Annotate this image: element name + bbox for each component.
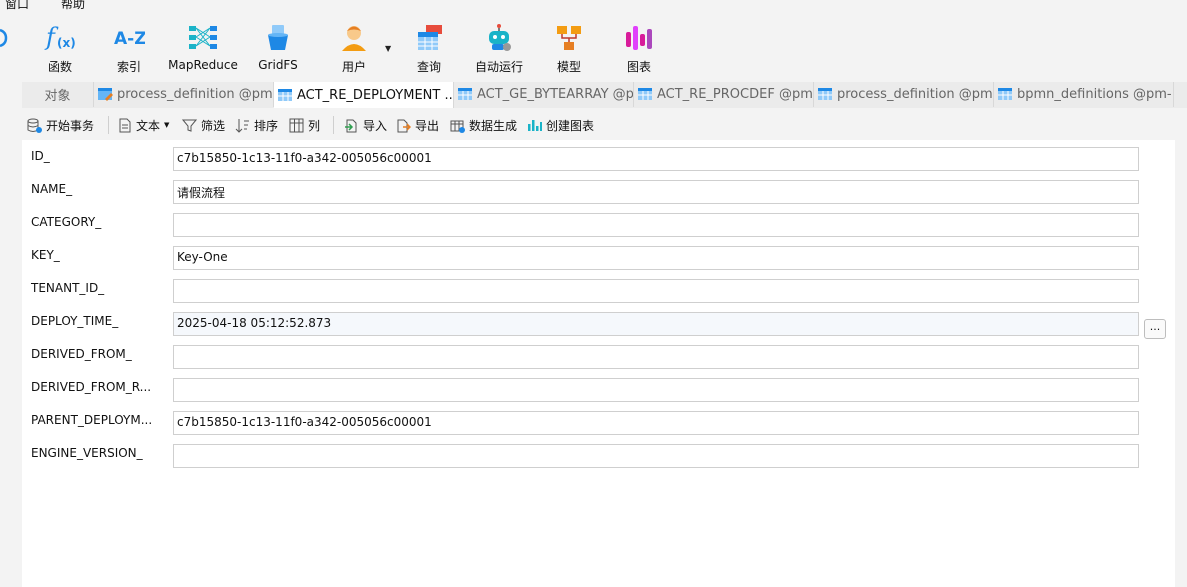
gridfs-bucket-icon [262,22,294,54]
sort-icon [235,118,249,133]
tab-act-re-procdef[interactable]: ACT_RE_PROCDEF @pm-... [634,82,814,107]
tab-objects[interactable]: 对象 [22,82,94,107]
main-toolbar: f (x) 函数 A-Z 索引 MapReduce GridFS 用户 ▼ 查询… [0,10,1187,80]
table-edit-icon [98,88,113,101]
generate-data-button[interactable]: 数据生成 [450,116,517,134]
data-generate-icon [450,120,465,133]
text-view-button[interactable]: 文本 ▼ [118,116,169,134]
menu-bar: 窗口 帮助 [0,0,1187,10]
a-z-sort-icon: A-Z [113,22,145,54]
import-button[interactable]: 导入 [344,116,387,134]
robot-icon [483,22,515,54]
engine-version-field[interactable] [173,444,1139,468]
table-icon [998,88,1012,100]
tenant-id-field[interactable] [173,279,1139,303]
name-field[interactable]: 请假流程 [173,180,1139,204]
derived-from-field[interactable] [173,345,1139,369]
tab-process-definition-1[interactable]: process_definition @pm... [94,82,274,107]
form-row-key: KEY_ Key-One [22,239,1175,272]
automation-button[interactable]: 自动运行 [472,22,526,78]
mapreduce-icon [187,22,219,54]
export-icon [397,119,411,132]
id-field[interactable]: c7b15850-1c13-11f0-a342-005056c00001 [173,147,1139,171]
columns-grid-icon [289,118,304,132]
record-form: ID_ c7b15850-1c13-11f0-a342-005056c00001… [22,140,1175,587]
user-icon [338,22,370,54]
svg-text:A-Z: A-Z [114,29,145,49]
user-dropdown-caret-icon[interactable]: ▼ [385,44,391,53]
query-table-icon [413,22,445,54]
right-gutter [1175,140,1187,587]
tab-bpmn-definitions[interactable]: bpmn_definitions @pm-... [994,82,1174,107]
menu-window[interactable]: 窗口 [5,0,29,10]
form-row-id: ID_ c7b15850-1c13-11f0-a342-005056c00001 [22,140,1175,173]
editor-tab-strip: 对象 process_definition @pm... ACT_RE_DEPL… [22,82,1187,108]
import-icon [345,119,357,132]
index-button[interactable]: A-Z 索引 [109,22,149,78]
field-label: CATEGORY_ [31,215,102,229]
cut-off-tool-icon[interactable] [0,24,8,64]
form-row-name: NAME_ 请假流程 [22,173,1175,206]
field-label: PARENT_DEPLOYM... [31,413,153,427]
database-icon [27,118,42,133]
category-field[interactable] [173,213,1139,237]
chart-bars-icon [623,22,655,54]
gridfs-button[interactable]: GridFS [258,22,298,78]
field-label: KEY_ [31,248,60,262]
document-icon [119,118,131,132]
filter-icon [182,119,197,132]
form-row-engine-version: ENGINE_VERSION_ [22,437,1175,470]
model-diagram-icon [553,22,585,54]
mapreduce-button[interactable]: MapReduce [166,22,240,78]
tab-act-ge-bytearray[interactable]: ACT_GE_BYTEARRAY @p... [454,82,634,107]
toolbar-separator [108,116,109,134]
model-button[interactable]: 模型 [549,22,589,78]
field-label: ENGINE_VERSION_ [31,446,143,460]
chart-button[interactable]: 图表 [619,22,659,78]
table-icon [458,88,472,100]
field-label: ID_ [31,149,50,163]
text-dropdown-caret-icon[interactable]: ▼ [164,121,169,129]
menu-help[interactable]: 帮助 [61,0,85,10]
record-toolbar: 开始事务 文本 ▼ 筛选 排序 列 导入 导出 数据生成 创建图表 [22,110,1187,140]
form-row-derived-from: DERIVED_FROM_ [22,338,1175,371]
filter-button[interactable]: 筛选 [182,116,225,134]
user-button[interactable]: 用户 [334,22,374,78]
query-button[interactable]: 查询 [409,22,449,78]
sort-button[interactable]: 排序 [235,116,278,134]
table-icon [818,88,832,100]
field-label: TENANT_ID_ [31,281,105,295]
function-icon: f (x) [44,22,76,54]
datetime-picker-button[interactable]: ... [1144,319,1166,339]
field-label: DERIVED_FROM_ [31,347,132,361]
field-label: NAME_ [31,182,73,196]
svg-text:(x): (x) [57,36,76,50]
field-label: DEPLOY_TIME_ [31,314,119,328]
tab-act-re-deployment[interactable]: ACT_RE_DEPLOYMENT ... [274,82,454,108]
columns-button[interactable]: 列 [289,116,320,134]
derived-from-root-field[interactable] [173,378,1139,402]
form-row-deploy-time: DEPLOY_TIME_ 2025-04-18 05:12:52.873 ... [22,305,1175,339]
tab-process-definition-2[interactable]: process_definition @pm... [814,82,994,107]
table-icon [278,88,292,101]
create-chart-button[interactable]: 创建图表 [527,116,594,134]
chart-icon [528,119,542,131]
left-gutter [0,80,22,587]
table-icon [638,88,652,100]
export-button[interactable]: 导出 [396,116,439,134]
form-row-category: CATEGORY_ [22,206,1175,239]
form-row-parent-deployment: PARENT_DEPLOYM... c7b15850-1c13-11f0-a34… [22,404,1175,437]
function-button[interactable]: f (x) 函数 [40,22,80,78]
form-row-derived-from-root: DERIVED_FROM_R... [22,371,1175,404]
key-field[interactable]: Key-One [173,246,1139,270]
parent-deployment-field[interactable]: c7b15850-1c13-11f0-a342-005056c00001 [173,411,1139,435]
field-label: DERIVED_FROM_R... [31,380,152,394]
form-row-tenant-id: TENANT_ID_ [22,272,1175,305]
deploy-time-field[interactable]: 2025-04-18 05:12:52.873 [173,312,1139,336]
toolbar-separator [333,116,334,134]
begin-transaction-button[interactable]: 开始事务 [27,116,94,134]
